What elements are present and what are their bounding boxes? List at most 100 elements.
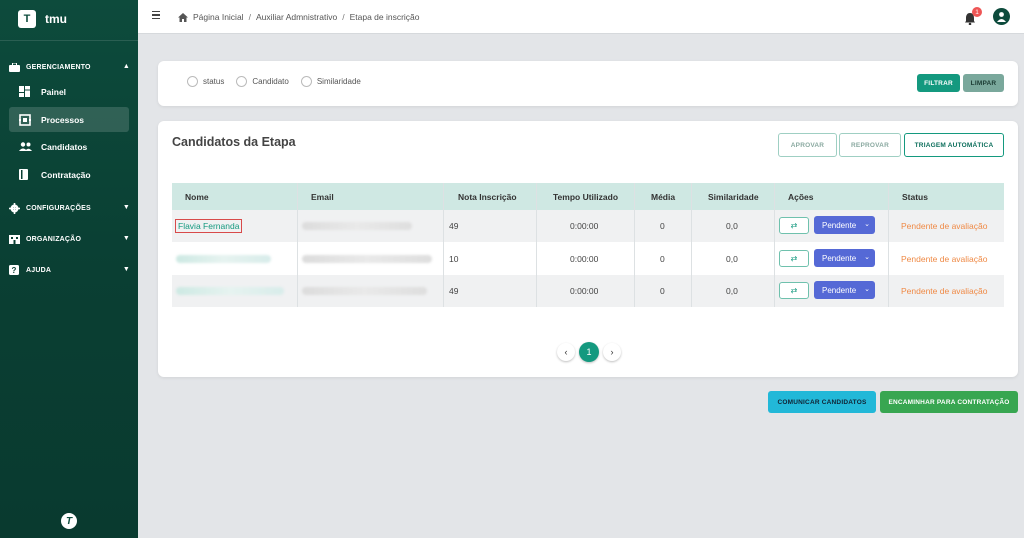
breadcrumb-separator: / xyxy=(342,12,345,22)
sidebar-item-contratacao[interactable]: Contratação xyxy=(9,162,129,187)
cell-time: 0:00:00 xyxy=(570,286,599,296)
reject-button[interactable]: REPROVAR xyxy=(839,133,901,157)
column-divider xyxy=(691,183,692,307)
cell-score: 49 xyxy=(449,286,459,296)
radio-circle[interactable] xyxy=(187,76,198,87)
avatar[interactable] xyxy=(993,8,1010,25)
column-divider xyxy=(443,183,444,307)
section-label: ORGANIZAÇÃO xyxy=(26,235,82,243)
topbar: Página Inicial / Auxiliar Admnistrativo … xyxy=(138,0,1024,34)
clear-button[interactable]: LIMPAR xyxy=(963,74,1004,92)
chevron-right-icon[interactable]: › xyxy=(603,343,621,361)
page-button[interactable]: 1 xyxy=(579,342,599,362)
redacted-name[interactable] xyxy=(176,287,284,295)
menu-icon[interactable] xyxy=(152,11,160,20)
communicate-candidates-button[interactable]: COMUNICAR CANDIDATOS xyxy=(768,391,876,413)
chevron-up-icon: ▲ xyxy=(122,63,130,70)
sidebar-item-label: Processos xyxy=(41,114,84,125)
header-tempo: Tempo Utilizado xyxy=(553,191,619,202)
page-title: Candidatos da Etapa xyxy=(172,135,296,149)
swap-icon[interactable]: ⇄ xyxy=(779,250,809,267)
status-select-value: Pendente xyxy=(822,220,857,230)
breadcrumb-item-process[interactable]: Auxiliar Admnistrativo xyxy=(256,12,337,22)
column-divider xyxy=(774,183,775,307)
help-icon: ? xyxy=(8,265,20,275)
chevron-down-icon: ▼ xyxy=(122,235,130,242)
sidebar-item-candidatos[interactable]: Candidatos xyxy=(9,134,129,159)
cell-email xyxy=(302,243,432,275)
dashboard-icon xyxy=(19,86,33,97)
brand[interactable]: T tmu xyxy=(18,10,67,28)
status-select-value: Pendente xyxy=(822,253,857,263)
approve-button[interactable]: APROVAR xyxy=(778,133,837,157)
breadcrumb-separator: / xyxy=(248,12,251,22)
sidebar: T tmu GERENCIAMENTO ▲ Painel Processos C… xyxy=(0,0,138,538)
users-icon xyxy=(19,142,33,151)
cell-email xyxy=(302,275,427,307)
swap-icon[interactable]: ⇄ xyxy=(779,217,809,234)
chevron-down-icon: ⌄ xyxy=(864,221,870,228)
cell-similarity: 0,0 xyxy=(726,286,738,296)
sidebar-item-processos[interactable]: Processos xyxy=(9,107,129,132)
radio-status[interactable]: status xyxy=(187,76,224,87)
radio-label: status xyxy=(203,77,225,86)
status-select[interactable]: Pendente ⌄ xyxy=(814,216,875,234)
candidate-name-link[interactable]: Flavia Fernanda xyxy=(175,219,243,233)
filter-button[interactable]: FILTRAR xyxy=(917,74,960,92)
swap-icon[interactable]: ⇄ xyxy=(779,282,809,299)
section-organizacao[interactable]: ORGANIZAÇÃO ▼ xyxy=(8,232,134,246)
radio-similaridade[interactable]: Similaridade xyxy=(300,76,361,87)
cell-media: 0 xyxy=(660,221,665,231)
status-text: Pendente de avaliação xyxy=(901,254,988,264)
section-label: AJUDA xyxy=(26,266,52,274)
radio-circle[interactable] xyxy=(236,76,248,87)
document-icon xyxy=(19,169,33,180)
chevron-down-icon: ▼ xyxy=(122,204,130,211)
breadcrumb-item-stage: Etapa de inscrição xyxy=(349,12,420,22)
cell-score: 10 xyxy=(449,254,459,264)
notification-badge: 1 xyxy=(972,7,982,17)
redacted-email xyxy=(302,255,432,263)
forward-to-hiring-button[interactable]: ENCAMINHAR PARA CONTRATAÇÃO xyxy=(880,391,1018,413)
status-select[interactable]: Pendente ⌄ xyxy=(814,249,875,267)
cell-media: 0 xyxy=(660,254,665,264)
section-ajuda[interactable]: ? AJUDA ▼ xyxy=(8,263,134,277)
column-divider xyxy=(297,183,298,307)
redacted-email xyxy=(302,222,412,230)
sidebar-item-painel[interactable]: Painel xyxy=(9,79,129,104)
column-divider xyxy=(888,183,889,307)
radio-label: Candidato xyxy=(252,77,289,86)
section-label: CONFIGURAÇÕES xyxy=(26,204,91,212)
radio-candidato[interactable]: Candidato xyxy=(236,76,289,87)
cell-score: 49 xyxy=(449,221,459,231)
breadcrumb-item-home[interactable]: Página Inicial xyxy=(193,12,244,22)
cell-name: Flavia Fernanda xyxy=(172,210,243,242)
radio-label: Similaridade xyxy=(316,77,361,86)
gear-icon xyxy=(8,202,20,214)
building-icon xyxy=(8,234,20,244)
sidebar-item-label: Painel xyxy=(41,86,67,97)
redacted-name[interactable] xyxy=(176,255,271,263)
section-gerenciamento[interactable]: GERENCIAMENTO ▲ xyxy=(8,60,134,74)
chevron-down-icon: ⌄ xyxy=(864,254,870,261)
chevron-down-icon: ▼ xyxy=(122,266,130,273)
section-configuracoes[interactable]: CONFIGURAÇÕES ▼ xyxy=(8,201,134,215)
column-divider xyxy=(634,183,635,307)
status-text: Pendente de avaliação xyxy=(901,286,988,296)
redacted-email xyxy=(302,287,427,295)
header-status: Status xyxy=(902,191,928,202)
status-select[interactable]: Pendente ⌄ xyxy=(814,281,875,299)
process-icon xyxy=(19,113,33,126)
brand-name: tmu xyxy=(45,12,67,26)
header-acoes: Ações xyxy=(788,191,814,202)
cell-name xyxy=(176,243,271,275)
footer-logo-icon: T xyxy=(61,513,77,529)
home-icon[interactable] xyxy=(178,12,188,22)
status-text: Pendente de avaliação xyxy=(901,221,988,231)
sidebar-item-label: Contratação xyxy=(41,169,91,180)
cell-name xyxy=(176,275,284,307)
chevron-left-icon[interactable]: ‹ xyxy=(557,343,575,361)
breadcrumb: Página Inicial / Auxiliar Admnistrativo … xyxy=(178,12,420,22)
radio-circle[interactable] xyxy=(300,76,312,87)
auto-screening-button[interactable]: TRIAGEM AUTOMÁTICA xyxy=(904,133,1004,157)
